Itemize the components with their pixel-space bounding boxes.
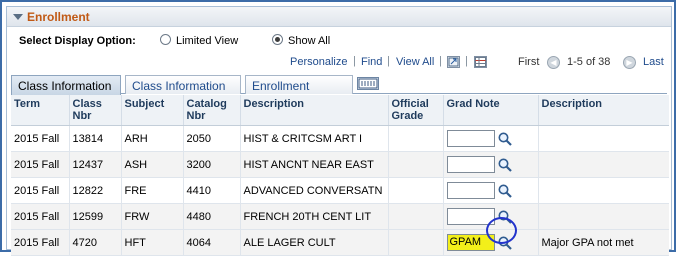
cell-class-nbr: 12822: [68, 177, 121, 204]
cell-subject: ASH: [120, 151, 183, 178]
cell-subject: FRE: [120, 177, 183, 204]
cell-official-grade: [387, 125, 443, 152]
section-title: Enrollment: [27, 10, 90, 24]
enrollment-section-header[interactable]: Enrollment: [7, 7, 671, 27]
header-class-nbr: Class Nbr: [68, 95, 121, 126]
first-label: First: [518, 56, 540, 68]
cell-grad-note: [442, 125, 538, 152]
show-all-label[interactable]: Show All: [288, 35, 330, 47]
next-arrow-icon[interactable]: ▶: [623, 56, 636, 69]
show-all-columns-icon[interactable]: [357, 77, 379, 90]
cell-description: ADVANCED CONVERSATN: [239, 177, 388, 204]
enrollment-grid: Term Class Nbr Subject Catalog Nbr Descr…: [11, 95, 669, 256]
cell-catalog-nbr: 2050: [182, 125, 240, 152]
table-row: 2015 Fall 12437 ASH 3200 HIST ANCNT NEAR…: [11, 151, 669, 178]
header-subject: Subject: [120, 95, 183, 126]
tab-class-information[interactable]: Class Information: [11, 75, 121, 95]
magnifier-lookup-icon[interactable]: [497, 183, 513, 199]
collapse-triangle-icon[interactable]: [13, 14, 23, 20]
cell-term: 2015 Fall: [11, 203, 69, 230]
view-all-link[interactable]: View All: [396, 56, 434, 68]
cell-grad-note: [442, 177, 538, 204]
display-option-label: Select Display Option:: [19, 35, 136, 47]
personalize-link[interactable]: Personalize: [290, 56, 347, 68]
enrollment-panel: Enrollment Select Display Option: Limite…: [6, 6, 672, 256]
nav-separator: |: [465, 55, 468, 67]
tab-class-information-2[interactable]: Class Information 2: [125, 75, 241, 107]
magnifier-lookup-icon[interactable]: [497, 157, 513, 173]
last-link[interactable]: Last: [643, 56, 664, 68]
header-note-description: Description: [537, 95, 669, 126]
cell-note-description: [537, 177, 669, 204]
tab-bar: Class Information Class Information 2 En…: [11, 74, 667, 107]
grad-note-input[interactable]: [446, 182, 495, 199]
table-row: 2015 Fall 12599 FRW 4480 FRENCH 20TH CEN…: [11, 203, 669, 230]
cell-class-nbr: 12437: [68, 151, 121, 178]
cell-note-description: [537, 203, 669, 230]
grid-header-row: Term Class Nbr Subject Catalog Nbr Descr…: [11, 95, 669, 126]
grid-navigation-bar: Personalize | Find | View All | | First …: [11, 54, 667, 72]
cell-description: HIST & CRITCSM ART I: [239, 125, 388, 152]
cell-grad-note: [442, 151, 538, 178]
table-row: 2015 Fall 12822 FRE 4410 ADVANCED CONVER…: [11, 177, 669, 204]
magnifier-lookup-icon[interactable]: [497, 131, 513, 147]
cell-catalog-nbr: 3200: [182, 151, 240, 178]
cell-note-description: [537, 125, 669, 152]
cell-description: HIST ANCNT NEAR EAST: [239, 151, 388, 178]
annotation-circle: [486, 217, 517, 244]
header-grad-note: Grad Note: [442, 95, 538, 126]
cell-subject: ARH: [120, 125, 183, 152]
cell-official-grade: [387, 203, 443, 230]
header-official-grade: Official Grade: [387, 95, 443, 126]
cell-term: 2015 Fall: [11, 177, 69, 204]
cell-class-nbr: 13814: [68, 125, 121, 152]
spreadsheet-icon[interactable]: [474, 56, 487, 68]
nav-separator: |: [387, 55, 390, 67]
cell-note-description: [537, 151, 669, 178]
cell-official-grade: [387, 151, 443, 178]
header-description: Description: [239, 95, 388, 126]
header-term: Term: [11, 95, 69, 126]
previous-arrow-icon[interactable]: ◀: [547, 56, 560, 69]
tab-enrollment-status[interactable]: Enrollment Status: [245, 75, 353, 107]
cell-official-grade: [387, 177, 443, 204]
grad-note-input[interactable]: [446, 130, 495, 147]
grad-note-input[interactable]: [446, 156, 495, 173]
cell-term: 2015 Fall: [11, 151, 69, 178]
cell-catalog-nbr: 4410: [182, 177, 240, 204]
limited-view-label[interactable]: Limited View: [176, 35, 238, 47]
cell-catalog-nbr: 4480: [182, 203, 240, 230]
header-catalog-nbr: Catalog Nbr: [182, 95, 240, 126]
enrollment-frame: Enrollment Select Display Option: Limite…: [0, 0, 676, 256]
table-row: 2015 Fall 13814 ARH 2050 HIST & CRITCSM …: [11, 125, 669, 152]
find-link[interactable]: Find: [361, 56, 382, 68]
limited-view-radio[interactable]: [160, 34, 171, 45]
nav-separator: |: [353, 55, 356, 67]
row-range: 1-5 of 38: [567, 56, 611, 68]
cell-term: 2015 Fall: [11, 125, 69, 152]
cell-class-nbr: 12599: [68, 203, 121, 230]
show-all-radio[interactable]: [272, 34, 283, 45]
zoom-icon[interactable]: [447, 56, 460, 68]
nav-separator: |: [439, 55, 442, 67]
cell-subject: FRW: [120, 203, 183, 230]
cell-description: FRENCH 20TH CENT LIT: [239, 203, 388, 230]
